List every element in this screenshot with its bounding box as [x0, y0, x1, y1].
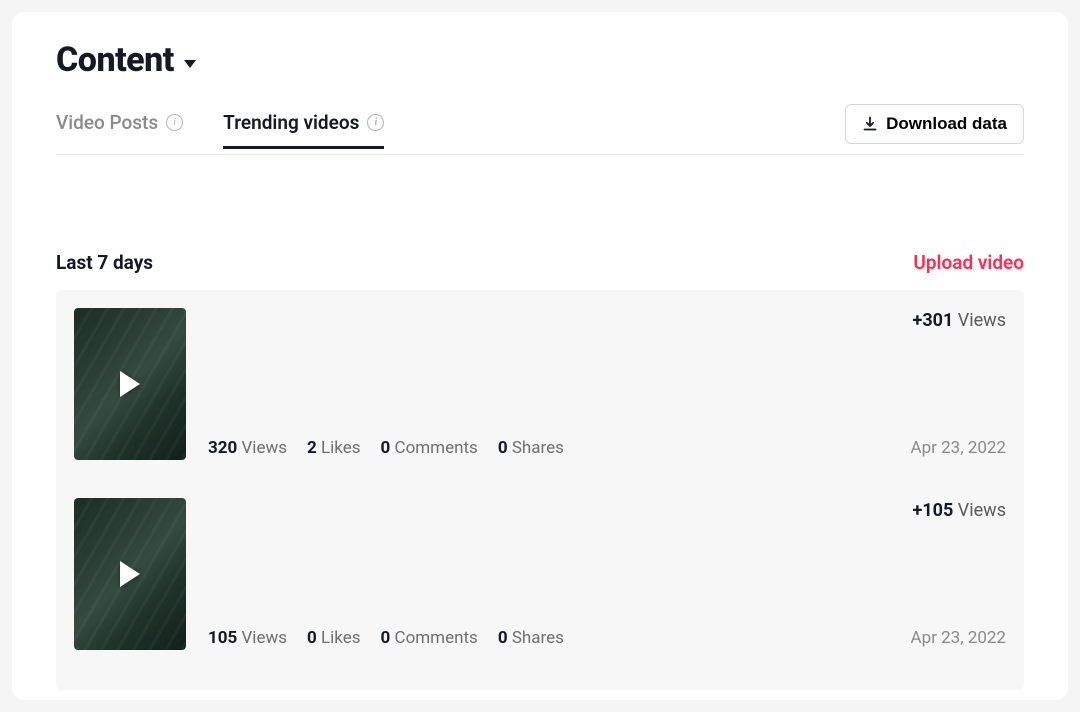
video-row: +301 Views 320 Views 2 Likes 0 Comments … — [74, 308, 1006, 460]
content-panel: Content Video Posts i Trending videos i … — [12, 12, 1068, 700]
video-body: +105 Views 105 Views 0 Likes 0 Comments … — [208, 498, 1006, 650]
video-list: +301 Views 320 Views 2 Likes 0 Comments … — [56, 290, 1024, 690]
video-date: Apr 23, 2022 — [910, 628, 1006, 648]
video-date: Apr 23, 2022 — [910, 438, 1006, 458]
section-title: Last 7 days — [56, 251, 153, 274]
delta-views: +301 Views — [913, 310, 1006, 331]
delta-views-label: Views — [958, 310, 1006, 331]
stat-likes: 0 Likes — [307, 628, 361, 648]
caret-down-icon — [184, 60, 196, 68]
tabs: Video Posts i Trending videos i — [56, 111, 384, 148]
video-stats: 320 Views 2 Likes 0 Comments 0 Shares — [208, 438, 564, 458]
stat-comments: 0 Comments — [381, 438, 478, 458]
delta-views-value: +301 — [913, 310, 954, 331]
page-title-row[interactable]: Content — [56, 40, 1024, 80]
delta-views-value: +105 — [913, 500, 954, 521]
video-row: +105 Views 105 Views 0 Likes 0 Comments … — [74, 498, 1006, 650]
delta-views: +105 Views — [913, 500, 1006, 521]
video-top: +301 Views — [208, 308, 1006, 331]
stat-comments: 0 Comments — [381, 628, 478, 648]
stat-views: 105 Views — [208, 628, 287, 648]
video-top: +105 Views — [208, 498, 1006, 521]
download-data-button[interactable]: Download data — [845, 104, 1024, 144]
info-icon[interactable]: i — [166, 114, 183, 131]
download-icon — [862, 116, 878, 132]
upload-video-link[interactable]: Upload video — [913, 251, 1024, 274]
video-body: +301 Views 320 Views 2 Likes 0 Comments … — [208, 308, 1006, 460]
stat-likes: 2 Likes — [307, 438, 361, 458]
section-header: Last 7 days Upload video — [56, 251, 1024, 274]
stat-shares: 0 Shares — [498, 438, 564, 458]
video-thumbnail[interactable] — [74, 308, 186, 460]
tab-video-posts[interactable]: Video Posts i — [56, 111, 183, 148]
tab-trending-videos[interactable]: Trending videos i — [223, 111, 384, 148]
video-bottom: 320 Views 2 Likes 0 Comments 0 Shares Ap… — [208, 438, 1006, 460]
tab-label: Video Posts — [56, 111, 158, 134]
page-title: Content — [56, 40, 174, 80]
stat-views: 320 Views — [208, 438, 287, 458]
video-stats: 105 Views 0 Likes 0 Comments 0 Shares — [208, 628, 564, 648]
play-icon — [120, 561, 140, 587]
info-icon[interactable]: i — [367, 114, 384, 131]
tab-row: Video Posts i Trending videos i Download… — [56, 104, 1024, 155]
download-label: Download data — [886, 114, 1007, 134]
video-thumbnail[interactable] — [74, 498, 186, 650]
stat-shares: 0 Shares — [498, 628, 564, 648]
video-bottom: 105 Views 0 Likes 0 Comments 0 Shares Ap… — [208, 628, 1006, 650]
delta-views-label: Views — [958, 500, 1006, 521]
play-icon — [120, 371, 140, 397]
tab-label: Trending videos — [223, 111, 359, 134]
